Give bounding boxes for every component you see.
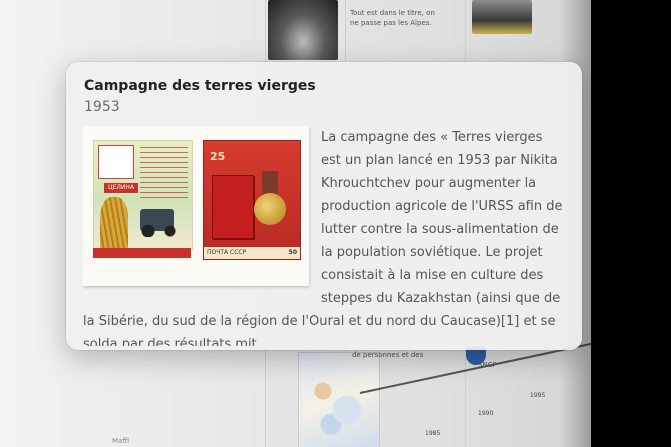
event-popover[interactable]: Campagne des terres vierges 1953 ЦЕЛИНА …	[66, 62, 582, 350]
tractor-icon	[140, 209, 180, 237]
event-image[interactable]: ЦЕЛИНА 25 ПОЧТА СССР 50	[83, 126, 309, 286]
stamp-banner	[93, 248, 191, 258]
map-thumbnail[interactable]	[298, 352, 380, 447]
stamp-caption: ПОЧТА СССР 50	[204, 247, 300, 259]
stamp-left-panel: ЦЕЛИНА	[93, 140, 193, 251]
bottom-label: Maffi	[112, 437, 130, 445]
event-description: ЦЕЛИНА 25 ПОЧТА СССР 50 La campagne des …	[83, 126, 563, 346]
event-year: 1953	[84, 99, 120, 115]
stamp-right-panel: 25 ПОЧТА СССР 50	[203, 140, 301, 260]
stamp-left-label: ЦЕЛИНА	[104, 183, 138, 193]
book-icon	[212, 175, 254, 239]
train-thumbnail[interactable]	[472, 0, 532, 34]
stamp-caption-text: ПОЧТА СССР	[207, 249, 247, 256]
newspaper-icon	[98, 145, 134, 179]
event-snippet[interactable]: Tout est dans le titre, on ne passe pas …	[350, 8, 440, 28]
medal-icon	[252, 171, 288, 231]
axis-tick-label: 1990	[478, 410, 494, 417]
event-title: Campagne des terres vierges	[84, 78, 316, 94]
stamp-value: 50	[288, 249, 297, 256]
axis-tick-label: 1985	[425, 430, 441, 437]
axis-tick-label: 1995	[530, 392, 546, 399]
event-snippet[interactable]: de personnes et des	[352, 350, 432, 360]
wheat-icon	[100, 197, 128, 251]
tunnel-thumbnail[interactable]	[268, 0, 338, 60]
text-lines-decoration	[140, 147, 188, 201]
stamp-number: 25	[210, 150, 226, 163]
void-background	[591, 0, 671, 447]
